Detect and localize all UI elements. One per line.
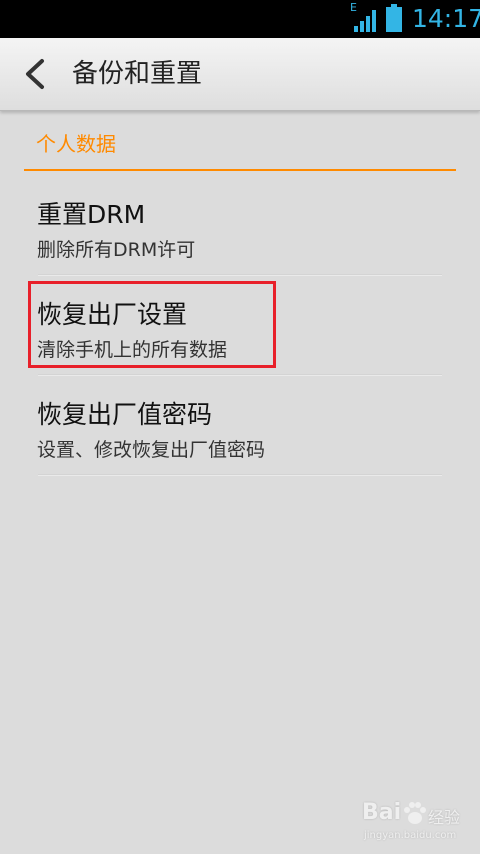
list-item-subtitle: 清除手机上的所有数据	[37, 339, 228, 361]
battery-icon	[386, 4, 402, 32]
paw-icon	[404, 802, 426, 824]
list-item-title: 重置DRM	[37, 200, 146, 229]
section-divider	[24, 169, 456, 171]
signal-icon	[354, 10, 376, 32]
list-item-factory-password[interactable]: 恢复出厂值密码 设置、修改恢复出厂值密码	[24, 376, 456, 476]
list-item-factory-reset[interactable]: 恢复出厂设置 清除手机上的所有数据	[24, 276, 456, 376]
list-item-reset-drm[interactable]: 重置DRM 删除所有DRM许可	[24, 176, 456, 276]
baidu-watermark: Bai 经验 jingyan.baidu.com	[362, 796, 462, 846]
list-item-subtitle: 删除所有DRM许可	[37, 239, 196, 261]
list-item-title: 恢复出厂值密码	[37, 400, 213, 429]
status-clock: 14:17	[412, 4, 480, 33]
page-title: 备份和重置	[72, 59, 203, 89]
watermark-suffix: 经验	[428, 808, 461, 827]
watermark-url: jingyan.baidu.com	[364, 830, 457, 841]
chevron-left-icon[interactable]	[22, 58, 46, 90]
section-header: 个人数据	[36, 132, 116, 156]
action-bar: 备份和重置	[0, 38, 480, 111]
watermark-brand: Bai	[362, 800, 402, 825]
list-item-title: 恢复出厂设置	[37, 300, 188, 329]
list-divider	[38, 474, 442, 476]
status-bar: E 14:17	[0, 0, 480, 38]
list-item-subtitle: 设置、修改恢复出厂值密码	[37, 439, 266, 461]
